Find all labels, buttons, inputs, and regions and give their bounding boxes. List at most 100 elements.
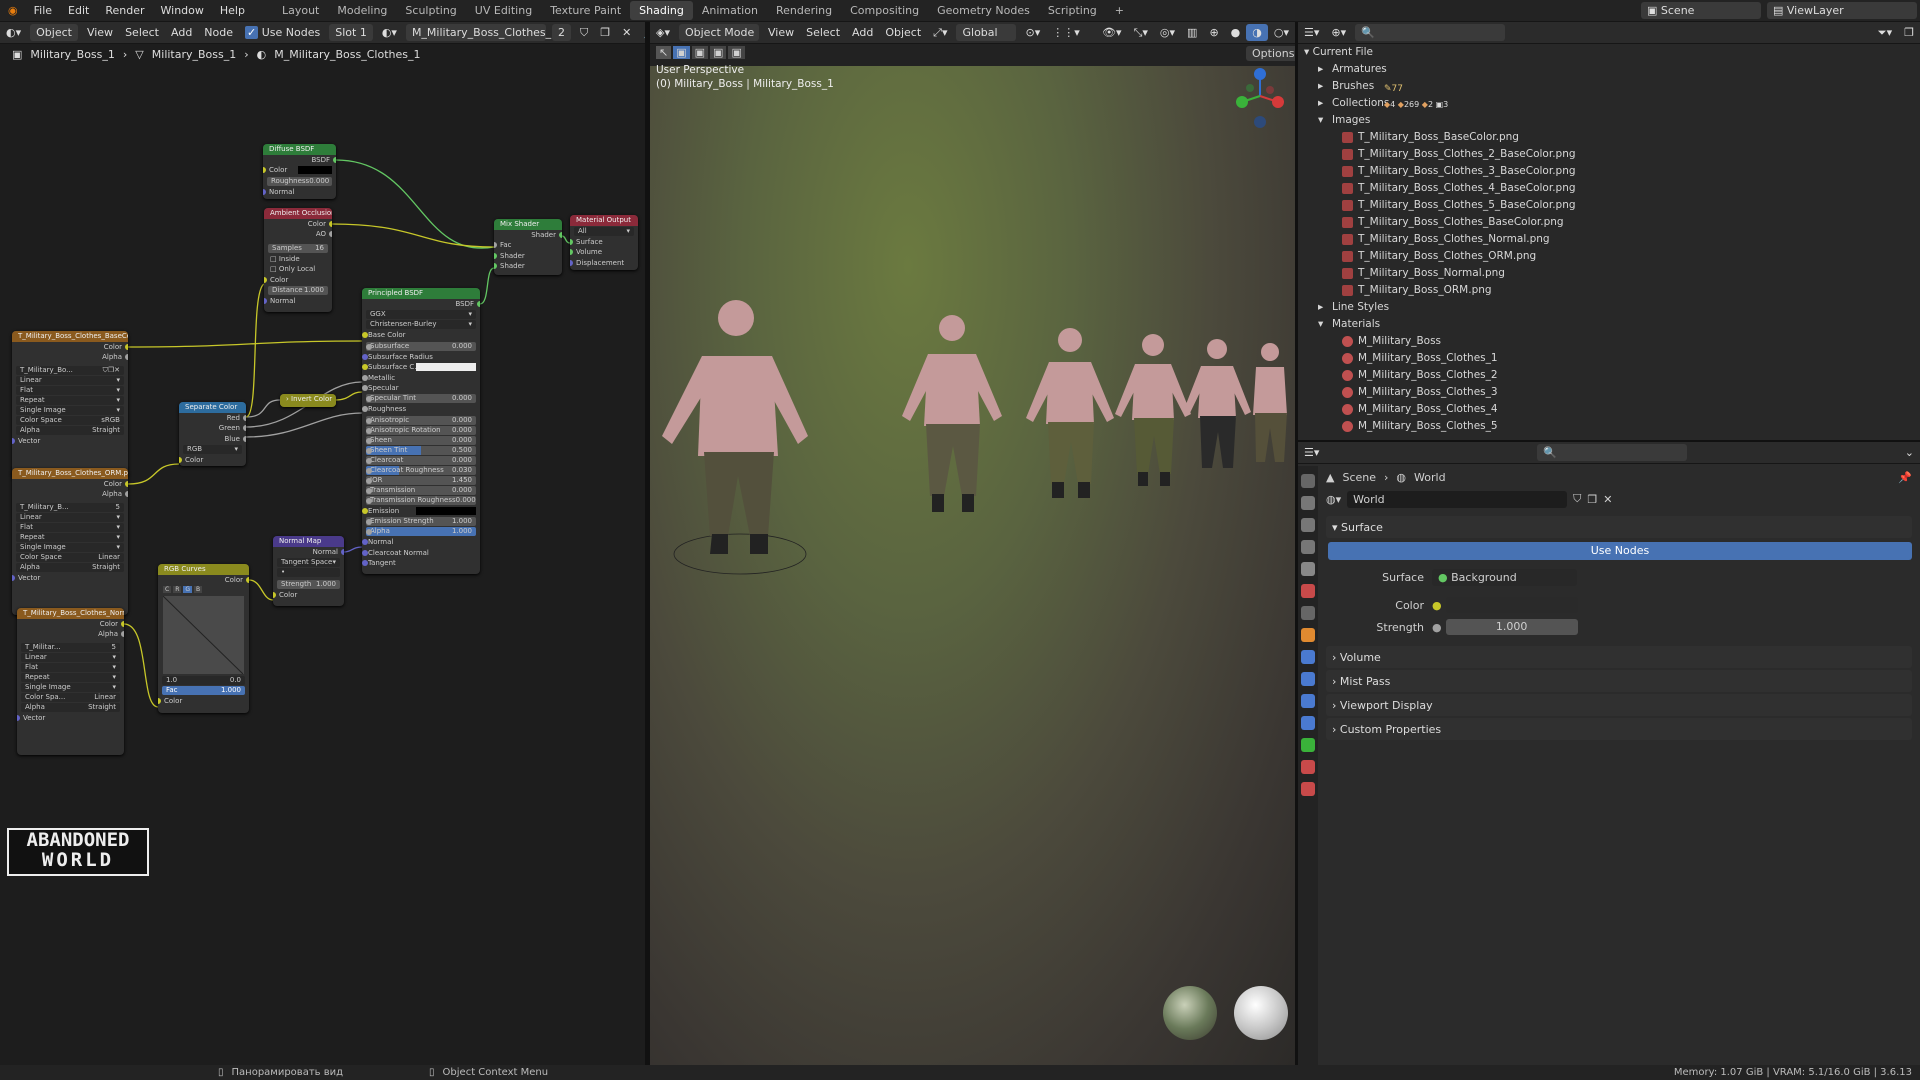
expand-right-icon[interactable]: ▸ <box>1318 95 1332 112</box>
outliner-item[interactable]: T_Military_Boss_Clothes_ORM.png <box>1298 248 1920 265</box>
panel-custom-properties[interactable]: › Custom Properties <box>1326 718 1912 740</box>
outliner-item[interactable]: M_Military_Boss_Clothes_3 <box>1298 384 1920 401</box>
input-anisotropic[interactable]: Anisotropic 0.000 <box>366 415 476 425</box>
shading-solid-icon[interactable]: ● <box>1225 24 1247 41</box>
duplicate-icon[interactable]: ❐ <box>1587 493 1597 506</box>
outliner-item[interactable]: M_Military_Boss_Clothes_4 <box>1298 401 1920 418</box>
input-ior[interactable]: IOR 1.450 <box>366 475 476 485</box>
input-subsurface[interactable]: Subsurface 0.000 <box>366 341 476 351</box>
select-box-new-icon[interactable]: ▣ <box>673 46 690 59</box>
socket-color[interactable]: Color <box>263 165 336 175</box>
color-space-dropdown[interactable]: Color Space sRGB <box>16 415 124 425</box>
editor-type-icon[interactable]: ☰▾ <box>1298 444 1325 461</box>
menu-render[interactable]: Render <box>97 4 152 17</box>
alpha-mode-dropdown[interactable]: Alpha Straight <box>21 702 120 712</box>
extension-dropdown[interactable]: Repeat ▾ <box>16 395 124 405</box>
node-normal-map[interactable]: Normal Map Normal Tangent Space ▾ • Stren… <box>273 536 344 606</box>
view-layer-tab-icon[interactable] <box>1301 540 1315 554</box>
field-samples[interactable]: Samples 16 <box>268 243 328 253</box>
new-collection-icon[interactable]: ❐ <box>1898 24 1920 41</box>
snap-icon[interactable]: ⋮⋮▾ <box>1046 24 1086 41</box>
input-specular-tint[interactable]: Specular Tint 0.000 <box>366 394 476 404</box>
visibility-icon[interactable]: 👁▾ <box>1096 24 1128 41</box>
image-selector[interactable]: T_Military_Bo... ⛉❐✕ <box>16 365 124 375</box>
panel-viewport-display[interactable]: › Viewport Display <box>1326 694 1912 716</box>
outliner-root[interactable]: ▾ Current File <box>1298 44 1920 61</box>
field-strength[interactable]: Strength 1.000 <box>277 580 340 590</box>
expand-right-icon[interactable]: ▸ <box>1318 78 1332 95</box>
world-tab-icon[interactable] <box>1301 584 1315 598</box>
uv-map-field[interactable]: • <box>277 568 340 578</box>
blender-logo-icon[interactable]: ◉ <box>0 4 26 17</box>
outliner-item[interactable]: T_Military_Boss_Normal.png <box>1298 265 1920 282</box>
outliner-item[interactable]: T_Military_Boss_Clothes_4_BaseColor.png <box>1298 180 1920 197</box>
orientation-dropdown[interactable]: Global <box>956 24 1017 41</box>
world-browse-icon[interactable]: ◍▾ <box>1326 493 1341 506</box>
input-sheen-tint[interactable]: Sheen Tint 0.500 <box>366 445 476 455</box>
transform-icon[interactable]: ⤢▾ <box>927 24 953 42</box>
character-3[interactable] <box>1026 328 1114 498</box>
gizmo-icon[interactable]: ⤡▾ <box>1128 24 1154 42</box>
color-space-dropdown[interactable]: Color Spa... Linear <box>21 692 120 702</box>
projection-dropdown[interactable]: Flat ▾ <box>16 522 124 532</box>
menu-add[interactable]: Add <box>846 24 879 41</box>
outliner-item[interactable]: ▾ Images <box>1298 112 1920 129</box>
alpha-mode-dropdown[interactable]: Alpha Straight <box>16 425 124 435</box>
display-mode-icon[interactable]: ⊕▾ <box>1325 24 1352 41</box>
view-layer-selector[interactable]: ▤ ViewLayer <box>1767 2 1917 19</box>
hdri-preview-sphere[interactable] <box>1163 986 1217 1040</box>
tab-geometry-nodes[interactable]: Geometry Nodes <box>928 1 1039 20</box>
options-chevron-icon[interactable]: ⌄ <box>1899 444 1920 461</box>
source-dropdown[interactable]: Single Image ▾ <box>21 682 120 692</box>
tab-texture-paint[interactable]: Texture Paint <box>541 1 630 20</box>
render-tab-icon[interactable] <box>1301 496 1315 510</box>
physics-tab-icon[interactable] <box>1301 694 1315 708</box>
select-box-invert-icon[interactable]: ▣ <box>728 46 745 59</box>
expand-right-icon[interactable]: ▸ <box>1318 61 1332 78</box>
select-tool-icon[interactable]: ↖ <box>656 46 672 59</box>
projection-dropdown[interactable]: Flat ▾ <box>16 385 124 395</box>
add-workspace-icon[interactable]: + <box>1106 1 1133 20</box>
shading-material-icon[interactable]: ◑ <box>1246 24 1268 41</box>
target-dropdown[interactable]: All ▾ <box>574 227 634 236</box>
menu-edit[interactable]: Edit <box>60 4 97 17</box>
node-image-texture-basecolor[interactable]: T_Military_Boss_Clothes_BaseColor.png Co… <box>12 331 128 478</box>
xray-icon[interactable]: ▥ <box>1181 24 1203 41</box>
expand-down-icon[interactable]: ▾ <box>1318 112 1332 129</box>
input-emission-strength[interactable]: Emission Strength 1.000 <box>366 517 476 527</box>
outliner-item[interactable]: ▸ Armatures <box>1298 61 1920 78</box>
expand-down-icon[interactable]: ▾ <box>1318 316 1332 333</box>
outliner-item[interactable]: ▾ Materials <box>1298 316 1920 333</box>
surface-shader-field[interactable]: ● Background <box>1432 568 1577 586</box>
expand-right-icon[interactable]: ▸ <box>1318 299 1332 316</box>
node-diffuse-bsdf[interactable]: Diffuse BSDF BSDF Color Roughness 0.000 N… <box>263 144 336 199</box>
panel-surface[interactable]: ▾ Surface <box>1326 516 1912 538</box>
outliner-item[interactable]: M_Military_Boss_Clothes_2 <box>1298 367 1920 384</box>
projection-dropdown[interactable]: Flat ▾ <box>21 662 120 672</box>
character-5[interactable] <box>1183 339 1251 468</box>
menu-file[interactable]: File <box>26 4 60 17</box>
tab-uv-editing[interactable]: UV Editing <box>466 1 541 20</box>
constraints-tab-icon[interactable] <box>1301 716 1315 730</box>
tab-compositing[interactable]: Compositing <box>841 1 928 20</box>
curve-point-fields[interactable]: 1.0 0.0 <box>162 676 245 686</box>
tab-animation[interactable]: Animation <box>693 1 767 20</box>
object-tab-icon[interactable] <box>1301 628 1315 642</box>
tab-sculpting[interactable]: Sculpting <box>396 1 465 20</box>
distribution-dropdown[interactable]: GGX ▾ <box>366 310 476 320</box>
checkbox-inside[interactable]: □ Inside <box>264 254 332 264</box>
material-tab-icon[interactable] <box>1301 760 1315 774</box>
space-dropdown[interactable]: Tangent Space ▾ <box>277 558 340 568</box>
checkbox-only-local[interactable]: □ Only Local <box>264 264 332 274</box>
tab-channel-b[interactable]: B <box>194 586 203 594</box>
outliner[interactable]: ☰▾ ⊕▾ 🔍 ⏷▾ ❐ ▾ Current File ▸ Armatures ▸ B… <box>1298 22 1920 440</box>
node-image-texture-normal[interactable]: T_Military_Boss_Clothes_Normal.png Color… <box>17 608 124 755</box>
data-tab-icon[interactable] <box>1301 738 1315 752</box>
outliner-item[interactable]: T_Military_Boss_Clothes_3_BaseColor.png <box>1298 163 1920 180</box>
node-invert-color[interactable]: › Invert Color <box>280 394 336 407</box>
strength-field[interactable]: 1.000 <box>1445 619 1578 635</box>
navigation-gizmo[interactable] <box>1232 66 1292 136</box>
outliner-item[interactable]: M_Military_Boss_Clothes_5 <box>1298 418 1920 435</box>
outliner-search[interactable]: 🔍 <box>1355 24 1506 41</box>
tab-layout[interactable]: Layout <box>273 1 328 20</box>
